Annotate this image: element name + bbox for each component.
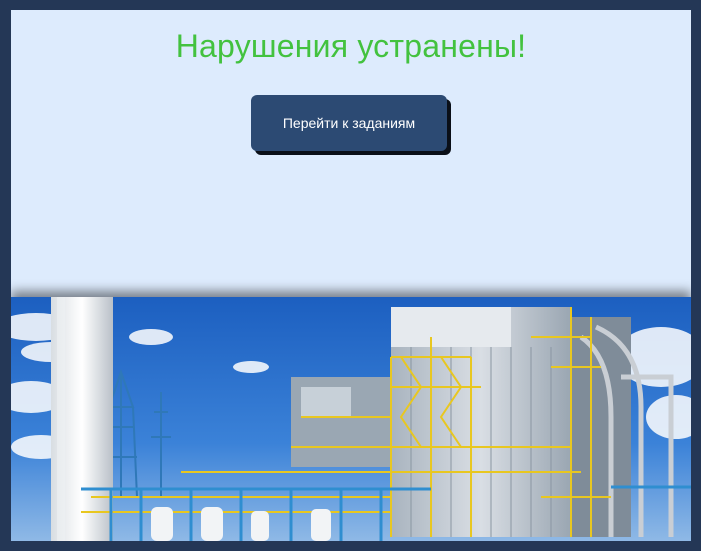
result-panel: Нарушения устранены! Перейти к заданиям (11, 10, 691, 541)
success-title: Нарушения устранены! (175, 28, 527, 64)
app-frame: Нарушения устранены! Перейти к заданиям (0, 0, 701, 551)
industrial-plant-image (11, 297, 691, 541)
go-to-tasks-button[interactable]: Перейти к заданиям (251, 95, 447, 151)
